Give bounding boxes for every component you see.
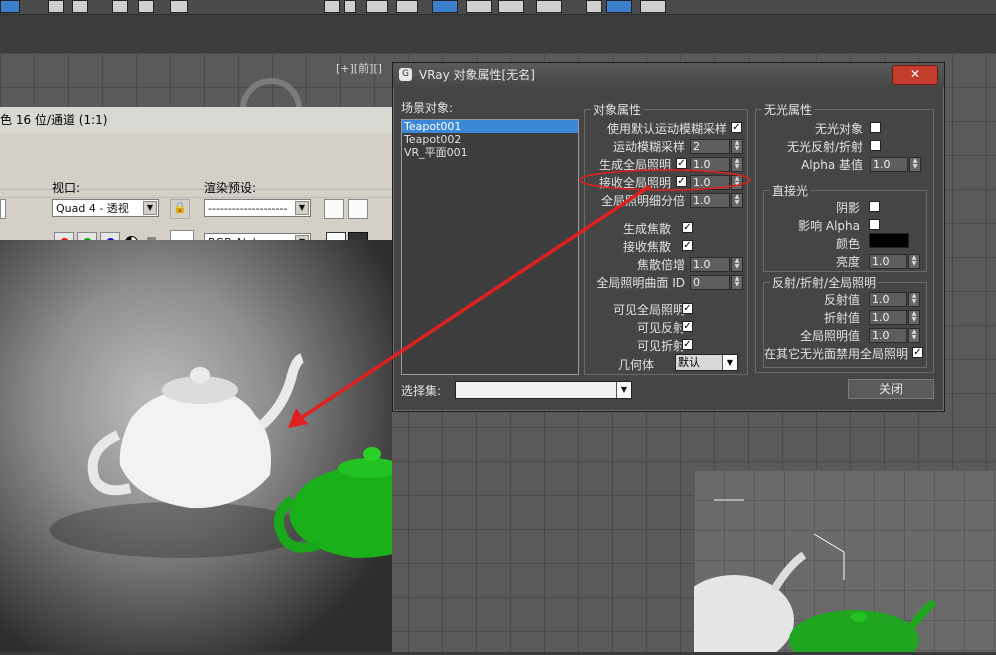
highlight-ellipse xyxy=(579,169,751,191)
annotation-overlay xyxy=(288,169,751,428)
arrowhead-icon xyxy=(288,408,308,428)
annotation-arrow xyxy=(297,184,651,422)
